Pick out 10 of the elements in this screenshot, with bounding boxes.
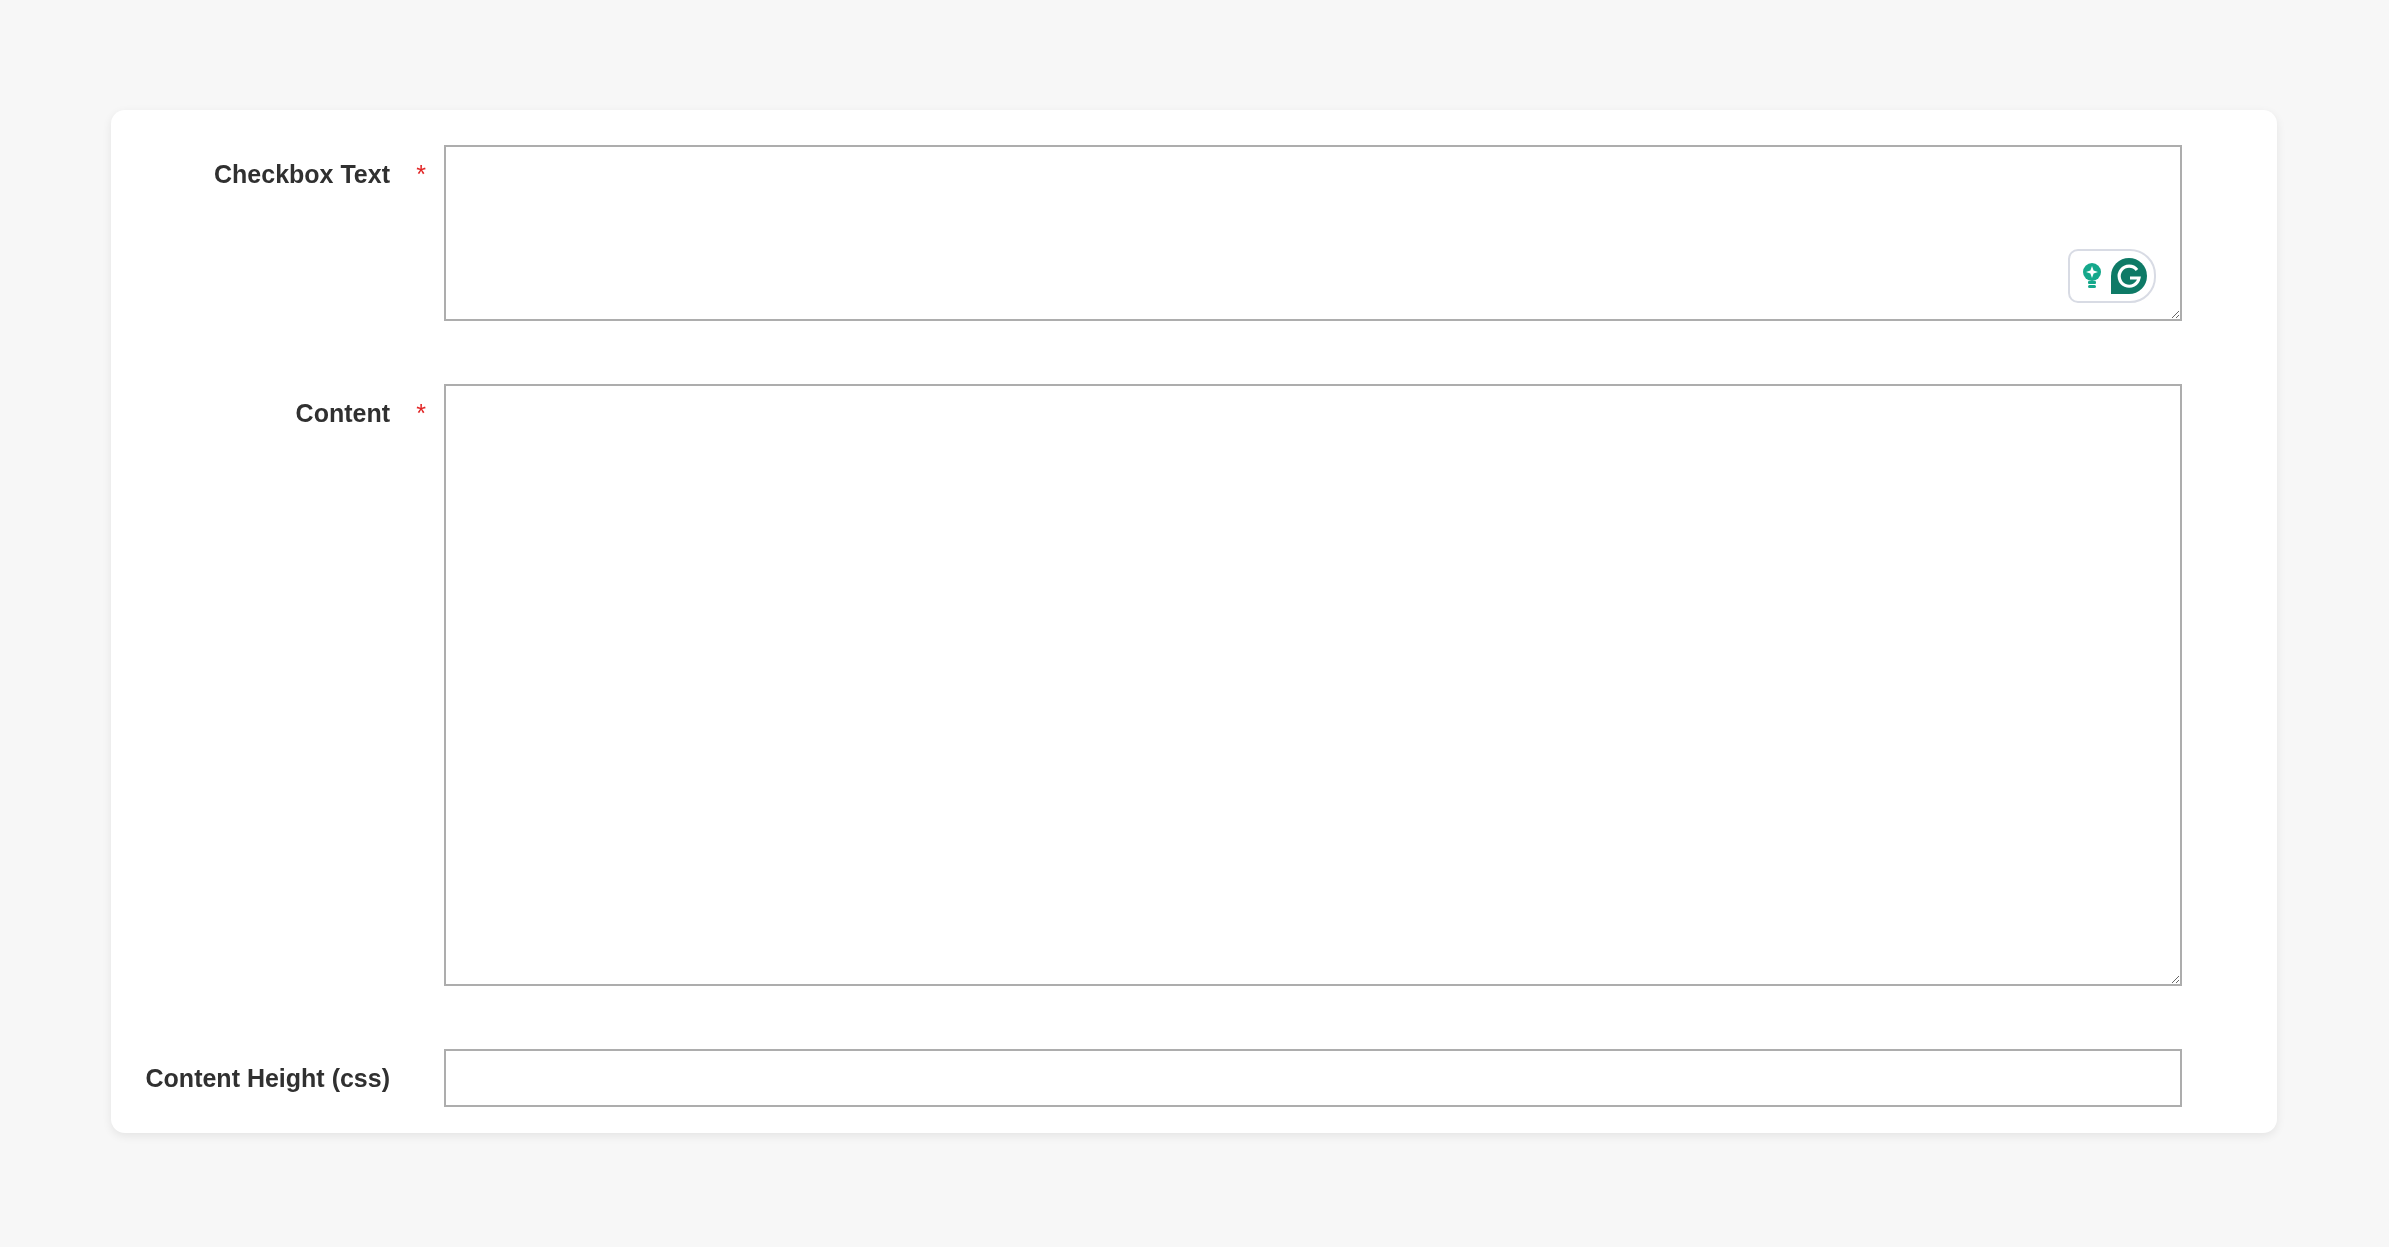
writing-assistant-badge[interactable] [2068, 249, 2156, 303]
field-label: Content [295, 398, 390, 428]
field-label: Content Height (css) [145, 1063, 390, 1093]
text-input[interactable] [444, 1049, 2182, 1107]
g-logo-icon[interactable] [2110, 257, 2148, 295]
text-area[interactable] [444, 145, 2182, 321]
lightbulb-icon[interactable] [2082, 262, 2102, 290]
required-asterisk: * [416, 159, 426, 189]
field-label: Checkbox Text [214, 159, 390, 189]
required-asterisk: * [416, 398, 426, 428]
